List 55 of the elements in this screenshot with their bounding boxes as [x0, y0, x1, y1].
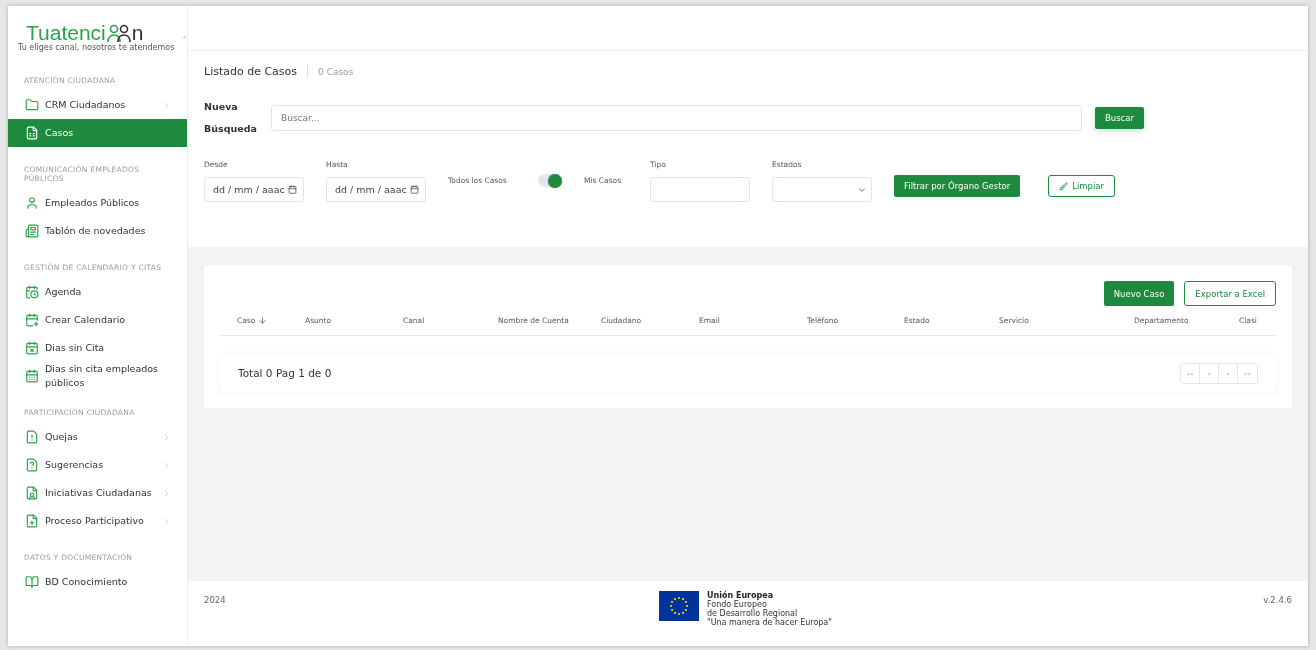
page-title: Listado de Casos — [204, 65, 309, 78]
book-icon — [25, 575, 39, 589]
sidebar-item[interactable]: Dias sin cita empleados públicos — [8, 362, 187, 390]
sidebar-item[interactable]: Sugerencias — [8, 451, 187, 479]
calendar-icon — [288, 185, 297, 194]
sidebar-item[interactable]: Empleados Públicos — [8, 189, 187, 217]
document-icon — [25, 430, 39, 444]
search-label: Nueva Búsqueda — [204, 100, 258, 136]
calendar-icon — [25, 369, 39, 383]
date-field[interactable]: dd / mm / aaac — [204, 177, 304, 202]
new-case-button[interactable]: Nuevo Caso — [1103, 281, 1175, 306]
sidebar-item[interactable]: CRM Ciudadanos — [8, 91, 187, 119]
sidebar-item[interactable]: Agenda — [8, 278, 187, 306]
total-text: Total 0 Pag 1 de 0 — [238, 367, 332, 379]
logo-text: Tuatenci — [26, 22, 106, 43]
document-icon — [25, 458, 39, 472]
spreadsheet-icon — [25, 126, 39, 140]
calendar-icon — [25, 313, 39, 327]
people-logo-icon — [105, 22, 132, 43]
sidebar-item[interactable]: Quejas — [8, 423, 187, 451]
search-button[interactable]: Buscar — [1094, 107, 1144, 129]
eu-text: de Desarrollo Regional — [707, 609, 799, 618]
sidebar-item[interactable]: Crear Calendario — [8, 306, 187, 334]
type-field[interactable] — [650, 177, 750, 202]
sidebar-item[interactable]: BD Conocimiento — [8, 568, 187, 596]
footer-year: 2024 — [204, 595, 226, 605]
version-text: v.2.4.6 — [1263, 595, 1292, 605]
sidebar-item[interactable]: Iniciativas Ciudadanas — [8, 479, 187, 507]
logo-text: n — [131, 22, 144, 43]
eu-text: Fondo Europeo — [707, 600, 767, 609]
logo-tagline: Tu eliges canal, nosotros te atendemos — [18, 43, 175, 52]
clear-button[interactable]: Limpiar — [1048, 175, 1116, 197]
states-dropdown[interactable] — [772, 177, 872, 202]
search-field[interactable]: Buscar... — [271, 105, 1082, 131]
brush-icon — [1059, 181, 1069, 191]
eu-title: Unión Europea — [707, 591, 775, 600]
date-field[interactable]: dd / mm / aaac — [326, 177, 426, 202]
calendar-icon — [25, 285, 39, 299]
folder-icon — [25, 98, 39, 112]
toggle-switch[interactable] — [538, 174, 562, 187]
sidebar-item[interactable]: Dias sin Cita — [8, 334, 187, 362]
filter-button[interactable]: Filtrar por Órgano Gestor — [894, 175, 1021, 197]
document-icon — [25, 514, 39, 528]
sidebar-item[interactable]: Casos — [8, 119, 187, 147]
user-icon — [25, 196, 39, 210]
case-count: 0 Casos — [318, 66, 354, 77]
newspaper-icon — [25, 224, 39, 238]
eu-flag-icon — [657, 591, 701, 621]
sidebar-item[interactable]: Proceso Participativo — [8, 507, 187, 535]
calendar-icon — [410, 185, 419, 194]
export-button[interactable]: Exportar a Excel — [1184, 281, 1276, 306]
calendar-icon — [25, 341, 39, 355]
sidebar-item[interactable]: Tablón de novedades — [8, 217, 187, 245]
eu-text: "Una manera de hacer Europa" — [707, 618, 832, 627]
document-icon — [25, 486, 39, 500]
